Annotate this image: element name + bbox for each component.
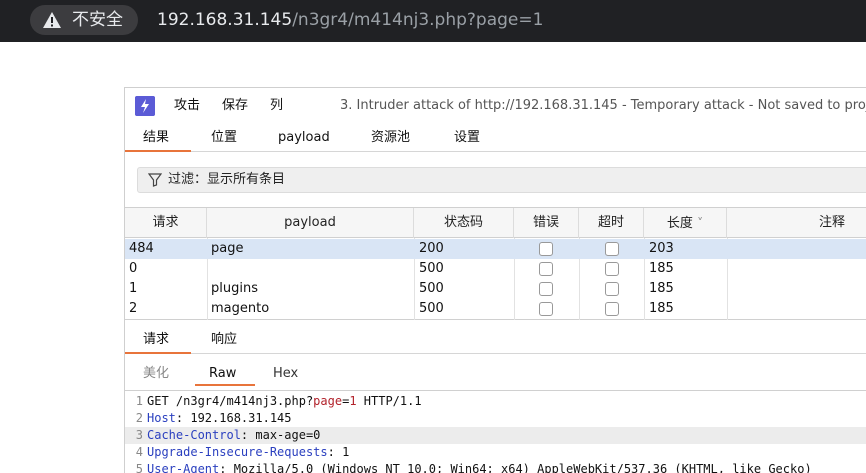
timeout-checkbox[interactable]: [605, 242, 619, 256]
cell-length: 185: [649, 281, 674, 296]
table-row[interactable]: 1 plugins 500 185: [125, 279, 866, 299]
active-tab-indicator: [125, 352, 191, 354]
table-row[interactable]: 484 page 200 203: [125, 239, 866, 259]
tab-payload[interactable]: payload: [278, 130, 330, 146]
header-value: : Mozilla/5.0 (Windows NT 10.0; Win64; x…: [219, 462, 812, 473]
warning-icon: [43, 12, 61, 28]
filter-icon: [148, 173, 162, 187]
url-path: /n3gr4/m414nj3.php?page=1: [292, 10, 544, 30]
tab-raw[interactable]: Raw: [209, 366, 236, 382]
filter-label: 过滤：显示所有条目: [168, 172, 286, 187]
timeout-checkbox[interactable]: [605, 282, 619, 296]
menu-attack[interactable]: 攻击: [174, 98, 200, 114]
header-request[interactable]: 请求: [125, 208, 207, 238]
timeout-checkbox[interactable]: [605, 302, 619, 316]
param-name: page: [313, 394, 343, 408]
request-line: 1 GET /n3gr4/m414nj3.php?page=1 HTTP/1.1: [125, 393, 866, 410]
filter-bar[interactable]: 过滤：显示所有条目: [137, 167, 866, 193]
cell-request: 1: [129, 281, 138, 296]
insecure-label: 不安全: [72, 10, 123, 30]
cell-length: 185: [649, 301, 674, 316]
http-version: HTTP/1.1: [356, 394, 422, 408]
header-error[interactable]: 错误: [514, 208, 579, 238]
burp-logo-icon: [135, 96, 155, 116]
header-timeout[interactable]: 超时: [579, 208, 644, 238]
cell-status: 500: [419, 261, 444, 276]
cell-request: 0: [129, 261, 138, 276]
tab-positions[interactable]: 位置: [211, 130, 237, 146]
security-indicator[interactable]: 不安全: [30, 5, 138, 35]
view-mode-tabs: 美化 Raw Hex: [125, 362, 866, 386]
tab-pretty[interactable]: 美化: [143, 366, 169, 382]
tab-hex[interactable]: Hex: [273, 366, 298, 382]
error-checkbox[interactable]: [539, 242, 553, 256]
request-editor[interactable]: 1 GET /n3gr4/m414nj3.php?page=1 HTTP/1.1 …: [125, 390, 866, 473]
timeout-checkbox[interactable]: [605, 262, 619, 276]
request-response-tabs: 请求 响应: [125, 326, 866, 354]
results-table: 请求 payload 状态码 错误 超时 长度 ˅ 注释 484 page 20…: [125, 207, 866, 320]
line-number: 2: [135, 411, 143, 425]
header-key: User-Agent: [147, 462, 220, 473]
main-tabs: 结果 位置 payload 资源池 设置: [125, 124, 866, 152]
url-field[interactable]: 192.168.31.145/n3gr4/m414nj3.php?page=1: [157, 10, 543, 30]
url-host: 192.168.31.145: [157, 10, 293, 30]
request-line: 4 Upgrade-Insecure-Requests: 1: [125, 444, 866, 461]
cell-payload: plugins: [211, 281, 258, 296]
line-number: 5: [135, 462, 143, 473]
header-length-label: 长度: [666, 216, 693, 231]
tab-response[interactable]: 响应: [211, 332, 237, 348]
request-method-path: GET /n3gr4/m414nj3.php?: [147, 394, 314, 408]
cell-payload: magento: [211, 301, 270, 316]
param-value: 1: [349, 394, 357, 408]
tab-results[interactable]: 结果: [143, 130, 169, 146]
header-value: : 1: [327, 445, 350, 459]
header-payload[interactable]: payload: [207, 208, 414, 238]
sort-desc-icon: ˅: [697, 216, 704, 230]
tab-settings[interactable]: 设置: [454, 130, 480, 146]
cell-length: 203: [649, 241, 674, 256]
error-checkbox[interactable]: [539, 302, 553, 316]
tab-resource-pool[interactable]: 资源池: [371, 130, 410, 146]
request-line: 5 User-Agent: Mozilla/5.0 (Windows NT 10.…: [125, 461, 866, 473]
error-checkbox[interactable]: [539, 282, 553, 296]
header-length[interactable]: 长度 ˅: [644, 208, 727, 238]
error-checkbox[interactable]: [539, 262, 553, 276]
header-value: : max-age=0: [240, 428, 321, 442]
title-bar: 攻击 保存 列 3. Intruder attack of http://192…: [125, 88, 866, 124]
header-key: Cache-Control: [147, 428, 241, 442]
request-line: 2 Host: 192.168.31.145: [125, 410, 866, 427]
header-comment[interactable]: 注释: [727, 208, 866, 238]
cell-status: 500: [419, 301, 444, 316]
cell-request: 2: [129, 301, 138, 316]
browser-address-bar: 不安全 192.168.31.145/n3gr4/m414nj3.php?pag…: [0, 0, 866, 42]
line-number: 1: [135, 394, 143, 408]
cell-status: 200: [419, 241, 444, 256]
table-header: 请求 payload 状态码 错误 超时 长度 ˅ 注释: [125, 208, 866, 238]
cell-status: 500: [419, 281, 444, 296]
header-value: : 192.168.31.145: [175, 411, 292, 425]
line-number: 4: [135, 445, 143, 459]
active-tab-indicator: [125, 150, 191, 152]
cell-length: 185: [649, 261, 674, 276]
cell-payload: page: [211, 241, 244, 256]
cell-request: 484: [129, 241, 154, 256]
menu-columns[interactable]: 列: [270, 98, 283, 114]
table-row[interactable]: 2 magento 500 185: [125, 299, 866, 319]
line-number: 3: [135, 428, 143, 442]
intruder-attack-window: 攻击 保存 列 3. Intruder attack of http://192…: [124, 87, 866, 473]
menu-save[interactable]: 保存: [222, 98, 248, 114]
header-key: Host: [147, 411, 176, 425]
window-title: 3. Intruder attack of http://192.168.31.…: [340, 98, 866, 113]
header-key: Upgrade-Insecure-Requests: [147, 445, 328, 459]
active-view-indicator: [195, 384, 255, 386]
tab-request[interactable]: 请求: [143, 332, 169, 348]
request-line: 3 Cache-Control: max-age=0: [125, 427, 866, 444]
table-row[interactable]: 0 500 185: [125, 259, 866, 279]
header-status[interactable]: 状态码: [414, 208, 514, 238]
